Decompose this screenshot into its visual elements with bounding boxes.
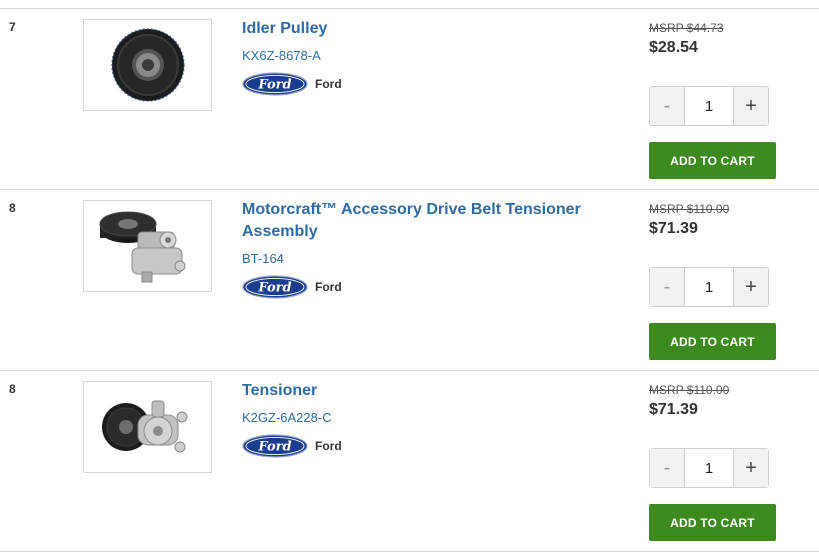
add-to-cart-button[interactable]: ADD TO CART <box>649 504 776 541</box>
quantity-input[interactable]: 1 <box>685 449 733 487</box>
part-number-link[interactable]: KX6Z-8678-A <box>242 48 321 63</box>
svg-text:Ford: Ford <box>257 281 291 296</box>
belt-tensioner-icon <box>99 211 185 283</box>
sale-price: $28.54 <box>649 39 698 56</box>
product-image[interactable] <box>83 19 212 111</box>
brand-name: Ford <box>315 280 342 294</box>
product-title-link[interactable]: Motorcraft™ Accessory Drive Belt Tension… <box>242 199 612 243</box>
brand-name: Ford <box>315 77 342 91</box>
increase-quantity-button[interactable]: + <box>733 268 768 306</box>
brand-name: Ford <box>315 439 342 453</box>
quantity-stepper: - 1 + <box>649 86 769 126</box>
product-title-link[interactable]: Tensioner <box>242 380 612 402</box>
part-number-link[interactable]: K2GZ-6A228-C <box>242 410 332 425</box>
add-to-cart-button[interactable]: ADD TO CART <box>649 323 776 360</box>
diagram-index: 8 <box>9 382 16 396</box>
decrease-quantity-button[interactable]: - <box>650 87 685 125</box>
sale-price: $71.39 <box>649 220 698 237</box>
product-image[interactable] <box>83 200 212 292</box>
diagram-index: 7 <box>9 20 16 34</box>
brand: Ford Ford <box>242 72 342 96</box>
ford-logo-icon: Ford <box>242 434 308 458</box>
quantity-input[interactable]: 1 <box>685 268 733 306</box>
ford-logo-icon: Ford <box>242 72 308 96</box>
diagram-index: 8 <box>9 201 16 215</box>
divider <box>0 551 819 552</box>
msrp-price: MSRP $110.00 <box>649 383 730 397</box>
product-row: 8 Tensioner K2GZ-6A228-C Ford Ford MSRP … <box>0 370 819 551</box>
product-row: 8 Motorcraft™ Accessory Drive Belt Tensi… <box>0 189 819 370</box>
brand: Ford Ford <box>242 275 342 299</box>
increase-quantity-button[interactable]: + <box>733 87 768 125</box>
quantity-stepper: - 1 + <box>649 448 769 488</box>
idler-pulley-icon <box>110 28 185 102</box>
svg-text:Ford: Ford <box>257 440 291 455</box>
decrease-quantity-button[interactable]: - <box>650 449 685 487</box>
increase-quantity-button[interactable]: + <box>733 449 768 487</box>
quantity-stepper: - 1 + <box>649 267 769 307</box>
msrp-price: MSRP $110.00 <box>649 202 730 216</box>
msrp-price: MSRP $44.73 <box>649 21 724 35</box>
svg-text:Ford: Ford <box>257 78 291 93</box>
add-to-cart-button[interactable]: ADD TO CART <box>649 142 776 179</box>
product-image[interactable] <box>83 381 212 473</box>
brand: Ford Ford <box>242 434 342 458</box>
decrease-quantity-button[interactable]: - <box>650 268 685 306</box>
product-row: 7 Idler Pulley KX6Z-8678-A Ford Ford MSR… <box>0 8 819 189</box>
quantity-input[interactable]: 1 <box>685 87 733 125</box>
part-number-link[interactable]: BT-164 <box>242 251 284 266</box>
ford-logo-icon: Ford <box>242 275 308 299</box>
tensioner-icon <box>101 400 187 453</box>
product-title-link[interactable]: Idler Pulley <box>242 18 612 40</box>
sale-price: $71.39 <box>649 401 698 418</box>
